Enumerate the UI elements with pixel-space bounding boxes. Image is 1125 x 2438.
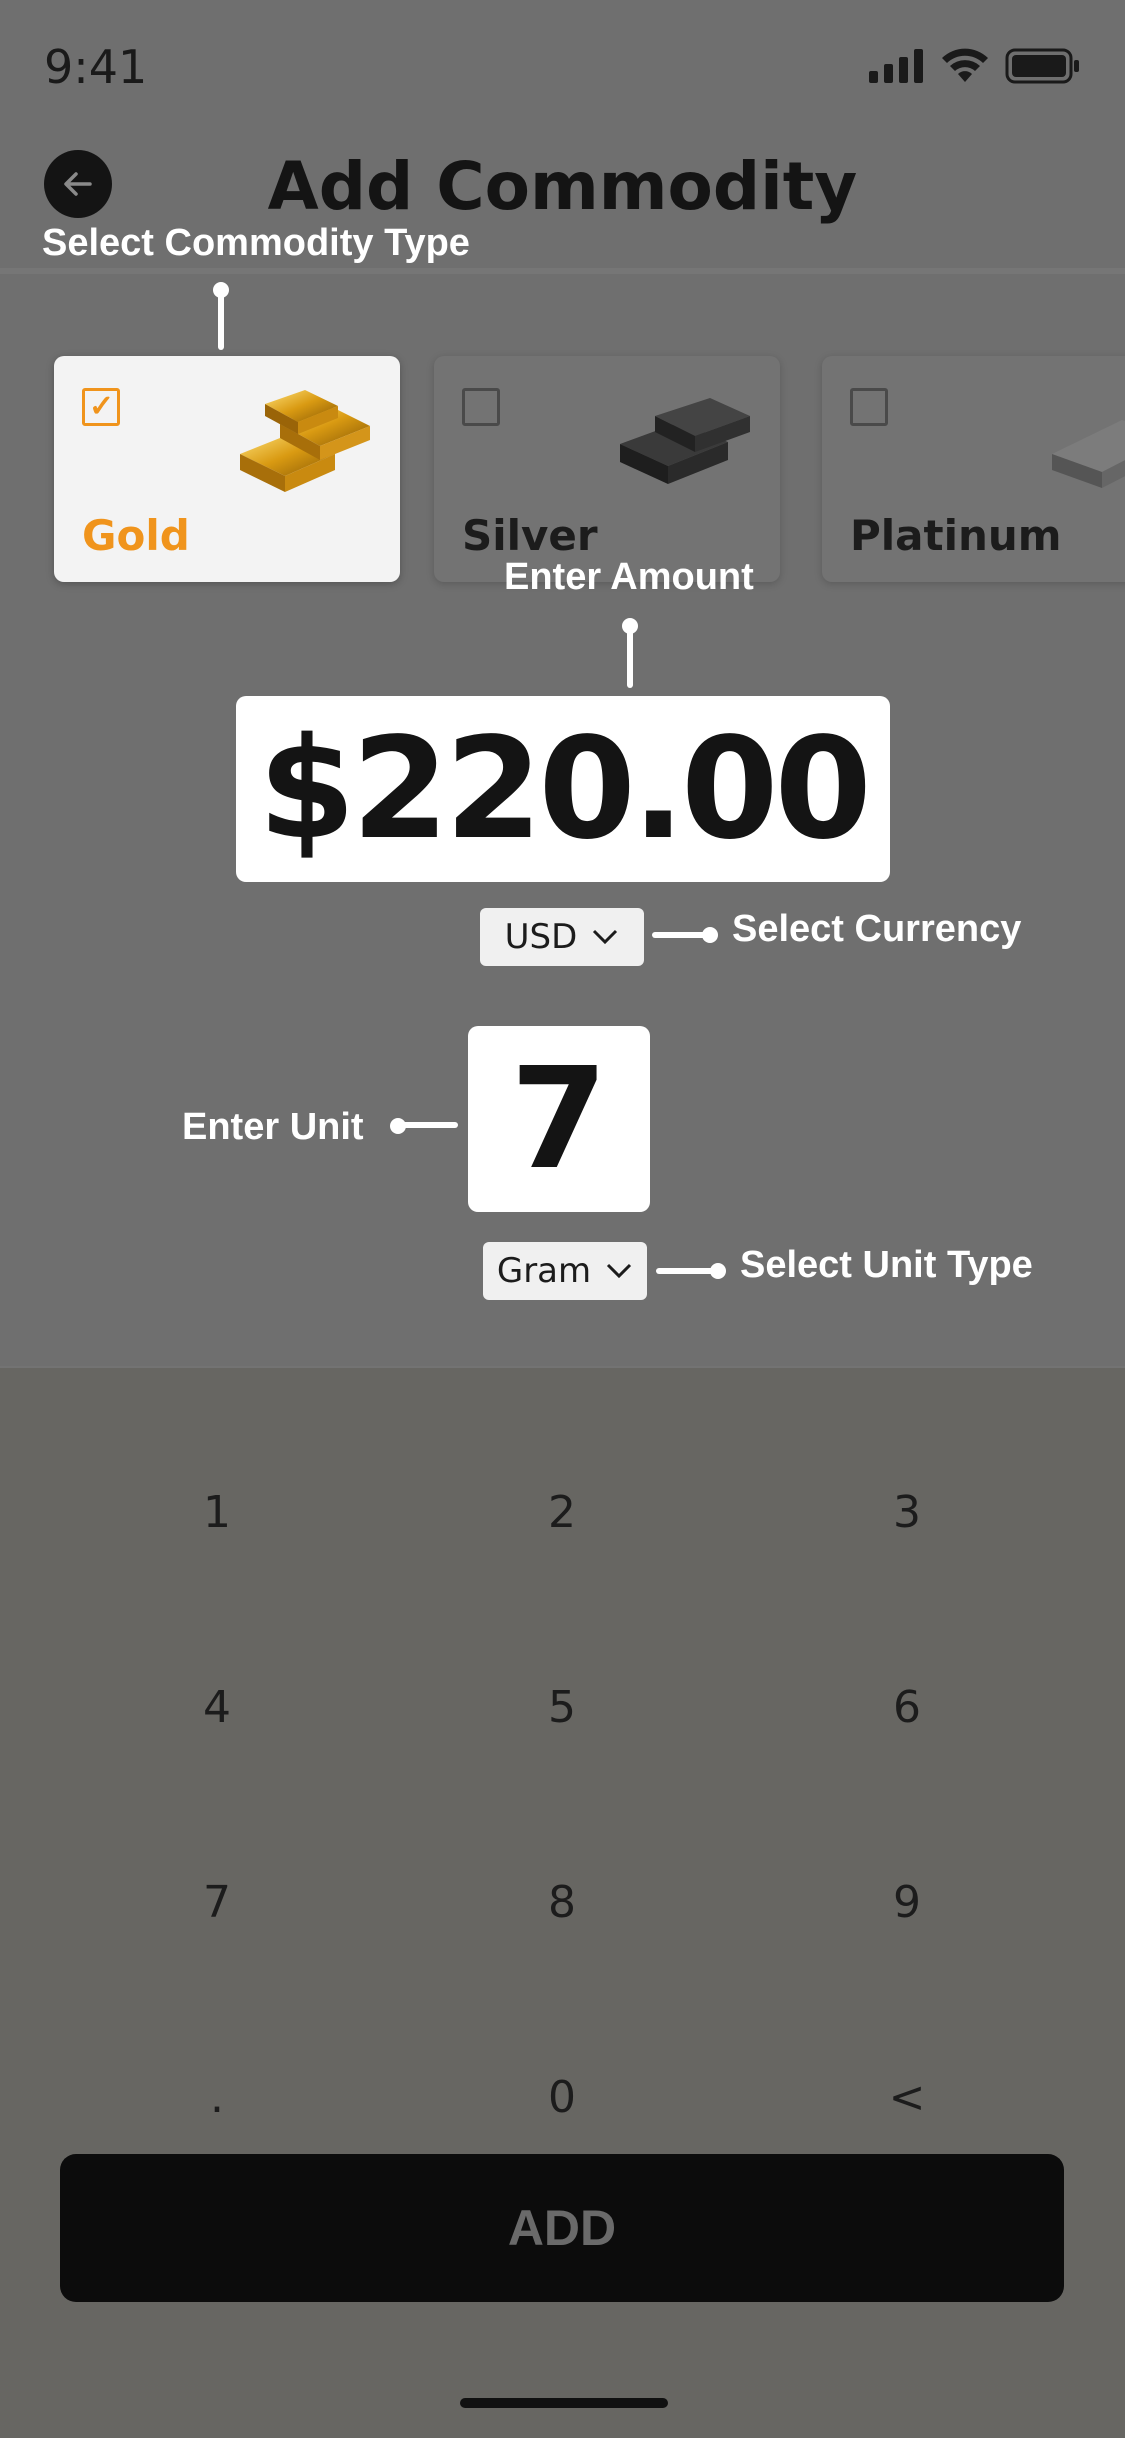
commodity-card-gold[interactable]: ✓ Gold [54, 356, 400, 582]
key-5[interactable]: 5 [462, 1647, 662, 1767]
key-backspace[interactable]: < [807, 2037, 1007, 2157]
key-8[interactable]: 8 [462, 1842, 662, 1962]
key-2[interactable]: 2 [462, 1452, 662, 1572]
annotation-enter-unit: Enter Unit [182, 1106, 364, 1148]
unit-input[interactable]: 7 [468, 1026, 650, 1212]
annotation-connector-dot [702, 927, 718, 943]
annotation-connector-line [627, 622, 633, 688]
commodity-label-platinum: Platinum [850, 511, 1062, 560]
key-1[interactable]: 1 [117, 1452, 317, 1572]
commodity-checkbox-platinum[interactable] [850, 388, 888, 426]
silver-bars-image [620, 398, 750, 484]
currency-selected: USD [504, 917, 578, 957]
commodity-checkbox-silver[interactable] [462, 388, 500, 426]
gold-bars-image [240, 390, 370, 492]
add-button[interactable]: ADD [60, 2154, 1064, 2302]
annotation-select-currency: Select Currency [732, 908, 1022, 950]
annotation-connector-dot [710, 1263, 726, 1279]
wifi-icon [942, 48, 988, 82]
key-6[interactable]: 6 [807, 1647, 1007, 1767]
annotation-select-unit-type: Select Unit Type [740, 1244, 1033, 1286]
battery-icon [1005, 48, 1079, 84]
unit-type-dropdown[interactable]: Gram [483, 1242, 647, 1300]
amount-value: $220.00 [258, 707, 872, 871]
key-decimal[interactable]: . [117, 2037, 317, 2157]
signal-icon [869, 49, 923, 83]
key-0[interactable]: 0 [462, 2037, 662, 2157]
platinum-bar-image [1052, 420, 1125, 488]
chevron-down-icon [593, 929, 618, 945]
key-3[interactable]: 3 [807, 1452, 1007, 1572]
commodity-label-gold: Gold [82, 511, 190, 560]
chevron-down-icon [607, 1263, 632, 1279]
currency-dropdown[interactable]: USD [480, 908, 644, 966]
page-title: Add Commodity [267, 148, 858, 225]
status-time: 9:41 [44, 40, 148, 94]
unit-type-selected: Gram [496, 1251, 592, 1291]
annotation-connector-line [396, 1122, 458, 1128]
key-9[interactable]: 9 [807, 1842, 1007, 1962]
amount-input[interactable]: $220.00 [236, 696, 890, 882]
commodity-card-silver[interactable]: Silver [434, 356, 780, 582]
checkmark-icon: ✓ [89, 390, 115, 423]
commodity-card-platinum[interactable]: Platinum [822, 356, 1125, 582]
commodity-checkbox-gold[interactable]: ✓ [82, 388, 120, 426]
annotation-enter-amount: Enter Amount [504, 556, 754, 598]
annotation-connector-line [218, 286, 224, 350]
header-divider [0, 268, 1125, 274]
add-commodity-screen: 9:41 Add Commodity Select Commodity Type [0, 0, 1125, 2438]
key-4[interactable]: 4 [117, 1647, 317, 1767]
annotation-connector-line [656, 1268, 718, 1274]
annotation-select-commodity-type: Select Commodity Type [42, 222, 470, 264]
commodity-label-silver: Silver [462, 511, 598, 560]
unit-value: 7 [510, 1037, 608, 1201]
status-icons [869, 48, 1081, 84]
home-indicator [460, 2398, 668, 2408]
key-7[interactable]: 7 [117, 1842, 317, 1962]
